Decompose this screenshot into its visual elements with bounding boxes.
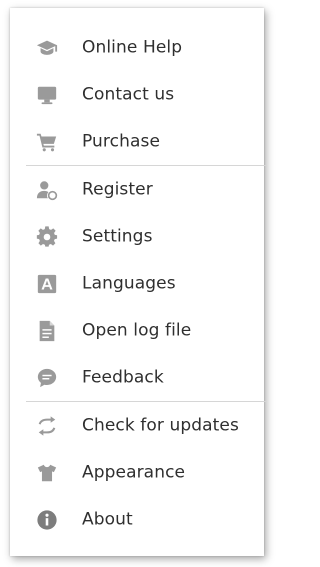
menu-item-languages[interactable]: Languages xyxy=(10,260,264,307)
graduation-cap-icon xyxy=(36,37,58,59)
menu-item-settings[interactable]: Settings xyxy=(10,213,264,260)
menu-item-check-for-updates[interactable]: Check for updates xyxy=(10,402,264,449)
menu-item-label: About xyxy=(82,509,133,530)
menu-item-register[interactable]: Register xyxy=(10,166,264,213)
menu-item-label: Appearance xyxy=(82,462,186,483)
menu-item-open-log-file[interactable]: Open log file xyxy=(10,307,264,354)
menu-item-label: Feedback xyxy=(82,367,164,388)
menu-item-label: Purchase xyxy=(82,131,160,152)
menu-item-label: Settings xyxy=(82,226,153,247)
menu-item-purchase[interactable]: Purchase xyxy=(10,118,264,165)
menu-item-label: Online Help xyxy=(82,37,183,58)
chat-bubble-icon xyxy=(36,367,58,389)
refresh-icon xyxy=(36,415,58,437)
menu-item-label: Open log file xyxy=(82,320,192,341)
menu-item-contact-us[interactable]: Contact us xyxy=(10,71,264,118)
menu-item-feedback[interactable]: Feedback xyxy=(10,354,264,401)
menu-item-online-help[interactable]: Online Help xyxy=(10,24,264,71)
gear-icon xyxy=(36,225,58,248)
context-menu: Online Help Contact us Purchase Register xyxy=(10,8,266,556)
menu-item-about[interactable]: About xyxy=(10,496,264,543)
menu-list: Online Help Contact us Purchase Register xyxy=(10,24,266,543)
menu-item-appearance[interactable]: Appearance xyxy=(10,449,264,496)
tshirt-icon xyxy=(36,462,58,484)
shopping-cart-icon xyxy=(36,131,58,153)
menu-item-label: Register xyxy=(82,179,153,200)
user-register-icon xyxy=(36,179,58,201)
document-icon xyxy=(36,320,58,342)
menu-item-label: Contact us xyxy=(82,84,175,105)
menu-item-label: Languages xyxy=(82,273,176,294)
info-icon xyxy=(36,509,58,531)
language-a-icon xyxy=(36,273,58,295)
menu-item-label: Check for updates xyxy=(82,415,239,436)
monitor-icon xyxy=(36,84,58,106)
